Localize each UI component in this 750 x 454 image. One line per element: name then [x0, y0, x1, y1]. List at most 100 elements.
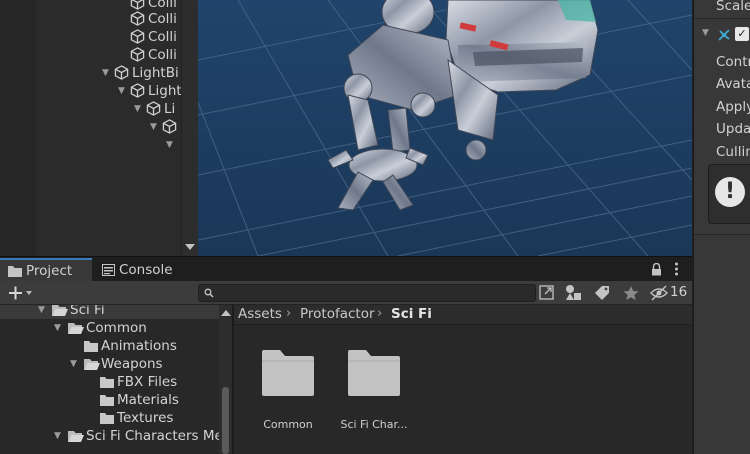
- filter-by-label-icon[interactable]: [590, 283, 614, 303]
- animator-component-header[interactable]: ▼ ✓: [694, 24, 750, 46]
- hidden-packages-count: 16: [670, 284, 688, 300]
- inspector-label-culling-mode: Cullin: [716, 144, 750, 160]
- tree-folder-textures[interactable]: Textures: [0, 409, 219, 427]
- search-input[interactable]: [217, 285, 517, 301]
- hidden-packages-icon[interactable]: [648, 283, 672, 303]
- folder-icon: [100, 395, 114, 406]
- folder-icon: [100, 413, 114, 424]
- scroll-down-arrow-icon[interactable]: [185, 244, 195, 250]
- tree-folder-animations[interactable]: Animations: [0, 337, 219, 355]
- search-icon: [204, 288, 214, 298]
- filter-by-type-icon[interactable]: [562, 283, 586, 303]
- hierarchy-panel: Colli Colli Colli Colli ▼ LightBi ▼ Light …: [0, 0, 198, 256]
- inspector-label-apply-root-motion: Apply: [716, 99, 750, 115]
- asset-folder-common[interactable]: Common: [248, 349, 328, 439]
- folder-icon: [84, 341, 98, 352]
- tree-folder-materials[interactable]: Materials: [0, 391, 219, 409]
- inspector-label-avatar: Avata: [716, 76, 750, 92]
- gameobject-icon: [114, 65, 129, 80]
- hierarchy-gutter: [0, 0, 36, 256]
- gameobject-icon: [130, 47, 145, 62]
- search-field[interactable]: [198, 284, 536, 302]
- expand-arrow-icon[interactable]: ▼: [54, 427, 61, 445]
- hierarchy-item-label: Li: [164, 101, 176, 117]
- tree-folder-fbx-files[interactable]: FBX Files: [0, 373, 219, 391]
- breadcrumb-separator-icon: ›: [377, 306, 383, 321]
- folder-icon: [348, 350, 400, 396]
- favorite-star-icon[interactable]: [619, 283, 643, 303]
- component-enabled-checkbox[interactable]: ✓: [735, 27, 749, 41]
- animator-icon: [718, 29, 730, 41]
- hierarchy-item[interactable]: ▼ Light: [118, 82, 182, 100]
- expand-arrow-icon[interactable]: ▼: [38, 305, 45, 319]
- tree-item-label: Materials: [117, 392, 179, 408]
- breadcrumb-item[interactable]: Protofactor: [300, 306, 375, 322]
- hierarchy-item[interactable]: ▼: [166, 136, 178, 154]
- tree-folder-sci-fi[interactable]: ▼ Sci Fi: [0, 305, 219, 319]
- inspector-label-scale: Scale: [716, 0, 750, 14]
- search-scope-icon[interactable]: [536, 283, 560, 303]
- inspector-divider: [694, 234, 750, 235]
- hierarchy-item-label: Light: [148, 83, 182, 99]
- hierarchy-item[interactable]: Colli: [130, 10, 177, 28]
- hierarchy-scrollbar[interactable]: [181, 0, 198, 256]
- inspector-panel: Scale ▼ ✓ Contr Avata Apply Upda Cullin …: [693, 0, 750, 454]
- open-folder-icon: [68, 431, 84, 442]
- expand-arrow-icon[interactable]: ▼: [102, 64, 114, 82]
- plus-icon: [9, 286, 32, 300]
- project-toolbar: 16: [0, 281, 692, 305]
- warning-icon: !: [715, 177, 745, 207]
- asset-browser: Assets › Protofactor › Sci Fi Common Sci…: [234, 305, 692, 454]
- expand-arrow-icon[interactable]: ▼: [166, 136, 178, 154]
- inspector-divider: [694, 18, 750, 19]
- open-folder-icon: [52, 305, 68, 316]
- hierarchy-item[interactable]: Colli: [130, 46, 177, 64]
- expand-arrow-icon[interactable]: ▼: [150, 118, 162, 136]
- breadcrumb-item-current[interactable]: Sci Fi: [391, 306, 432, 322]
- tab-label: Console: [119, 262, 173, 278]
- hierarchy-item[interactable]: ▼: [150, 118, 180, 136]
- expand-arrow-icon[interactable]: ▼: [134, 100, 146, 118]
- foldout-arrow-icon[interactable]: ▼: [702, 28, 709, 38]
- gameobject-icon: [130, 0, 145, 10]
- hierarchy-item-label: Colli: [148, 29, 177, 45]
- folder-tree: ▼ Sci Fi ▼ Common Animations ▼ Weapons F…: [0, 305, 232, 454]
- tree-folder-common[interactable]: ▼ Common: [0, 319, 219, 337]
- tab-label: Project: [26, 263, 73, 279]
- tree-scrollbar[interactable]: [219, 305, 232, 454]
- gameobject-icon: [162, 119, 177, 134]
- gameobject-icon: [130, 11, 145, 26]
- tab-bar: Project Console: [0, 256, 692, 282]
- scene-view[interactable]: [198, 0, 692, 256]
- expand-arrow-icon[interactable]: ▼: [118, 82, 130, 100]
- tree-item-label: Animations: [101, 338, 177, 354]
- hierarchy-item[interactable]: Colli: [130, 28, 177, 46]
- hierarchy-item[interactable]: ▼ LightBi: [102, 64, 179, 82]
- folder-icon: [8, 266, 22, 277]
- expand-arrow-icon[interactable]: ▼: [54, 319, 61, 337]
- tree-folder-weapons[interactable]: ▼ Weapons: [0, 355, 219, 373]
- asset-folder-sci-fi-characters[interactable]: Sci Fi Char...: [334, 349, 414, 439]
- tree-item-label: Textures: [117, 410, 174, 426]
- tree-item-label: Sci Fi Characters Me: [86, 428, 223, 444]
- tab-project[interactable]: Project: [0, 258, 92, 282]
- create-asset-button[interactable]: [6, 282, 38, 304]
- lock-icon[interactable]: [651, 263, 662, 276]
- more-options-icon[interactable]: [674, 262, 679, 276]
- expand-arrow-icon[interactable]: ▼: [70, 355, 77, 373]
- open-folder-icon: [68, 323, 84, 334]
- tree-item-label: Sci Fi: [70, 305, 105, 318]
- breadcrumb-item[interactable]: Assets: [238, 306, 282, 322]
- scrollbar-thumb[interactable]: [222, 387, 229, 454]
- gameobject-icon: [146, 101, 161, 116]
- hierarchy-item-label: Colli: [148, 11, 177, 27]
- gameobject-icon: [130, 29, 145, 44]
- scene-viewport[interactable]: [198, 0, 692, 256]
- scroll-up-arrow-icon[interactable]: [221, 310, 231, 316]
- tree-item-label: FBX Files: [117, 374, 178, 390]
- hierarchy-item[interactable]: ▼ Li: [134, 100, 175, 118]
- tree-folder-sci-fi-characters[interactable]: ▼ Sci Fi Characters Me: [0, 427, 223, 445]
- tree-item-label: Common: [86, 320, 147, 336]
- tab-console[interactable]: Console: [94, 258, 178, 282]
- folder-icon: [100, 377, 114, 388]
